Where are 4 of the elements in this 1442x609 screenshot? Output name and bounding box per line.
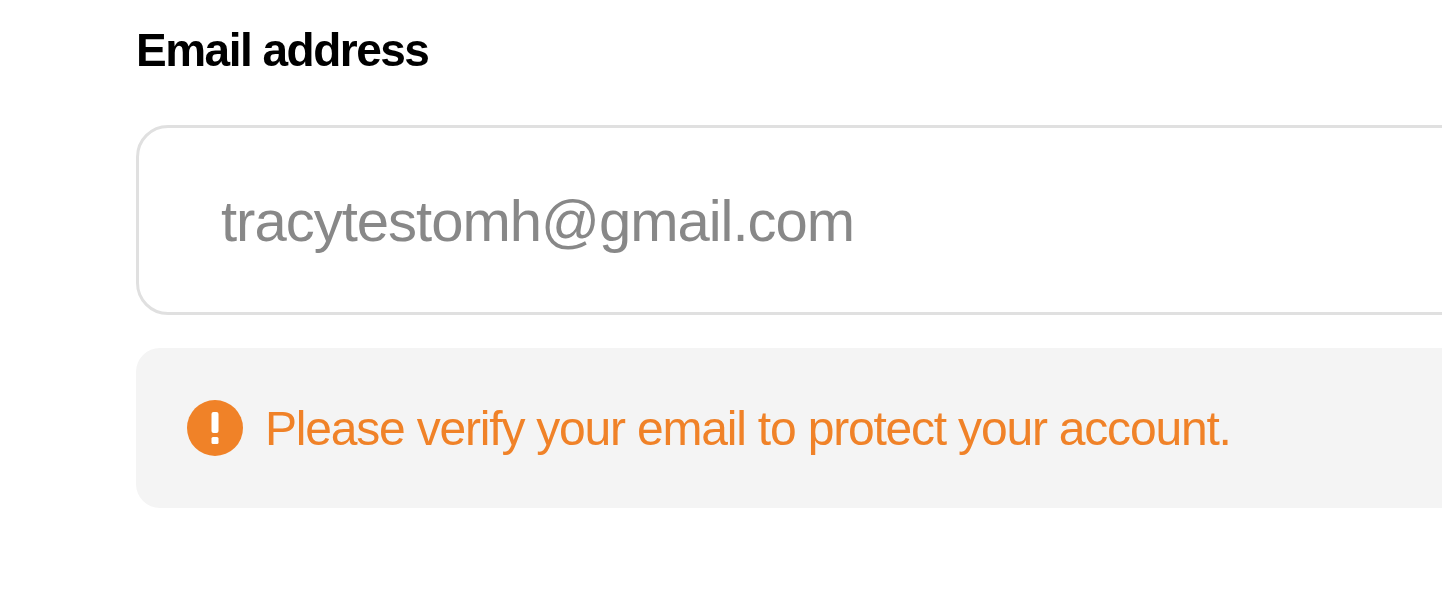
- warning-message: Please verify your email to protect your account.: [265, 400, 1231, 456]
- email-field[interactable]: tracytestomh@gmail.com: [136, 125, 1442, 315]
- field-label: Email address: [136, 23, 430, 78]
- exclamation-icon: [187, 400, 243, 456]
